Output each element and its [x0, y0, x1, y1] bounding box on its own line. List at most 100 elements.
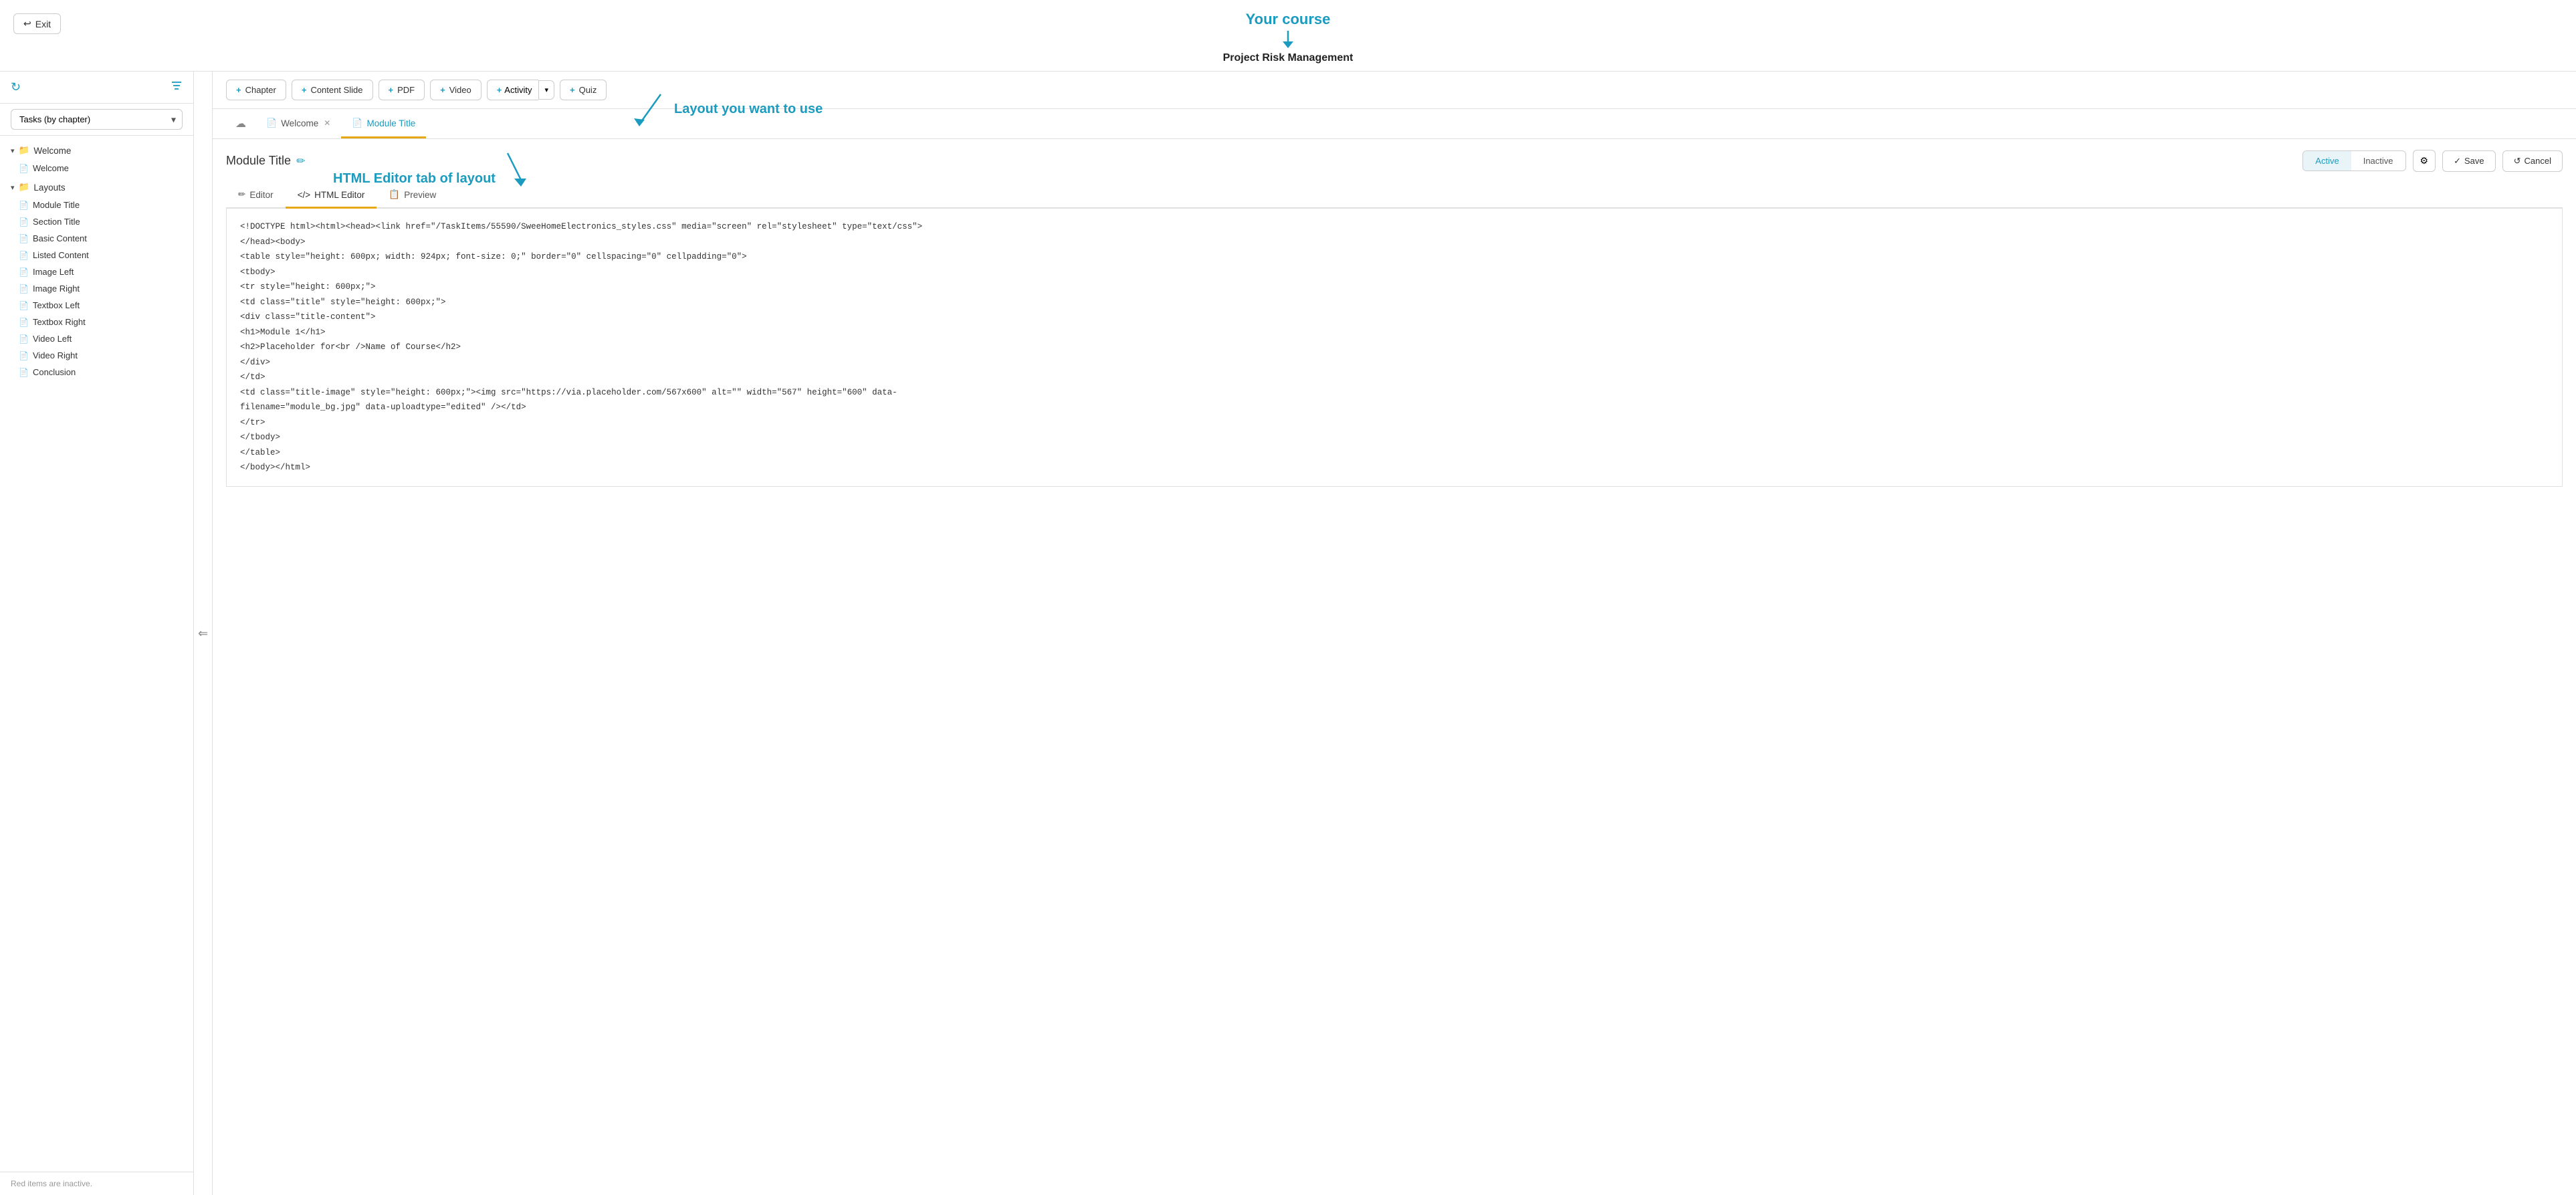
nav-folder-layouts[interactable]: ▾ 📁 Layouts — [0, 178, 193, 197]
code-line-4: <tbody> — [240, 265, 2549, 280]
page-tabs-wrapper: ☁ 📄 Welcome ✕ 📄 Module Title Layout you … — [213, 109, 2576, 139]
page-icon: 📄 — [19, 251, 29, 260]
code-line-1: <!DOCTYPE html><html><head><link href="/… — [240, 219, 2549, 235]
save-button[interactable]: ✓ Save — [2442, 150, 2496, 172]
page-icon-welcome: 📄 — [266, 118, 277, 128]
sidebar: ↻ Tasks (by chapter) ▾ — [0, 72, 194, 1195]
code-line-17: </body></html> — [240, 460, 2549, 475]
editor-tab-html[interactable]: </> HTML Editor — [286, 183, 377, 209]
sidebar-nav: ▾ 📁 Welcome 📄 Welcome ▾ 📁 Layouts — [0, 136, 193, 1172]
exit-icon: ↩ — [23, 18, 31, 29]
nav-children-welcome: 📄 Welcome — [0, 160, 193, 177]
nav-item-welcome[interactable]: 📄 Welcome — [19, 160, 193, 177]
checkmark-icon: ✓ — [2454, 156, 2461, 167]
filter-icon[interactable] — [171, 80, 183, 95]
page-icon: 📄 — [19, 368, 29, 377]
add-activity-split-button: + Activity ▾ — [487, 80, 554, 100]
folder-icon-layouts: 📁 — [19, 182, 30, 193]
nav-item-image-right[interactable]: 📄 Image Right — [19, 280, 193, 297]
nav-item-video-left[interactable]: 📄 Video Left — [19, 330, 193, 347]
page-tab-module-title[interactable]: 📄 Module Title — [341, 110, 426, 138]
code-line-5: <tr style="height: 600px;"> — [240, 280, 2549, 295]
collapse-icon: ⇐ — [198, 627, 208, 641]
main-layout: ↻ Tasks (by chapter) ▾ — [0, 72, 2576, 1195]
code-line-8: <h1>Module 1</h1> — [240, 325, 2549, 340]
nav-item-video-right[interactable]: 📄 Video Right — [19, 347, 193, 364]
nav-item-listed-content[interactable]: 📄 Listed Content — [19, 247, 193, 263]
nav-children-layouts: 📄 Module Title 📄 Section Title 📄 Basic C… — [0, 197, 193, 381]
tasks-dropdown-wrapper: Tasks (by chapter) — [0, 104, 193, 136]
nav-item-textbox-left[interactable]: 📄 Textbox Left — [19, 297, 193, 314]
add-quiz-button[interactable]: + Quiz — [560, 80, 607, 100]
editor-tabs-wrapper: ✏ Editor </> HTML Editor 📋 Preview HTML … — [226, 183, 2563, 209]
code-line-11: </td> — [240, 370, 2549, 385]
page-icon: 📄 — [19, 284, 29, 294]
top-header: ↩ Exit Your course Project Risk Manageme… — [0, 0, 2576, 72]
editor-tab-preview[interactable]: 📋 Preview — [377, 183, 448, 209]
nav-item-image-left[interactable]: 📄 Image Left — [19, 263, 193, 280]
editor-area: Module Title ✏ Active Inactive ⚙ ✓ Save … — [213, 139, 2576, 1195]
editor-tabs: ✏ Editor </> HTML Editor 📋 Preview — [226, 183, 2563, 209]
nav-item-conclusion[interactable]: 📄 Conclusion — [19, 364, 193, 381]
edit-title-icon[interactable]: ✏ — [296, 154, 305, 168]
nav-folder-layouts-label: Layouts — [33, 183, 65, 193]
code-line-7: <div class="title-content"> — [240, 310, 2549, 325]
add-activity-button[interactable]: + Activity — [487, 80, 539, 100]
sidebar-footer: Red items are inactive. — [0, 1172, 193, 1195]
active-button[interactable]: Active — [2303, 151, 2351, 171]
code-line-12: <td class="title-image" style="height: 6… — [240, 385, 2549, 401]
nav-folder-welcome-label: Welcome — [33, 146, 71, 156]
nav-group-layouts: ▾ 📁 Layouts 📄 Module Title 📄 Section Tit… — [0, 178, 193, 381]
active-inactive-toggle: Active Inactive — [2302, 150, 2405, 171]
nav-item-section-title[interactable]: 📄 Section Title — [19, 213, 193, 230]
nav-group-welcome: ▾ 📁 Welcome 📄 Welcome — [0, 141, 193, 177]
cloud-tab[interactable]: ☁ — [226, 109, 255, 138]
course-label: Your course — [1246, 11, 1331, 28]
folder-icon: 📁 — [19, 145, 30, 156]
collapse-handle[interactable]: ⇐ — [194, 72, 213, 1195]
code-area: <!DOCTYPE html><html><head><link href="/… — [226, 209, 2563, 487]
page-tab-welcome[interactable]: 📄 Welcome ✕ — [255, 110, 341, 138]
page-icon: 📄 — [19, 267, 29, 277]
refresh-icon[interactable]: ↻ — [11, 80, 21, 94]
page-tabs: ☁ 📄 Welcome ✕ 📄 Module Title — [213, 109, 2576, 139]
tasks-dropdown[interactable]: Tasks (by chapter) — [11, 109, 183, 130]
page-icon: 📄 — [19, 234, 29, 243]
layout-title: Module Title ✏ — [226, 154, 305, 168]
settings-icon-button[interactable]: ⚙ — [2413, 150, 2436, 172]
code-line-3: <table style="height: 600px; width: 924p… — [240, 249, 2549, 265]
cancel-button[interactable]: ↺ Cancel — [2502, 150, 2563, 172]
code-line-16: </table> — [240, 445, 2549, 461]
nav-item-textbox-right[interactable]: 📄 Textbox Right — [19, 314, 193, 330]
add-pdf-button[interactable]: + PDF — [379, 80, 425, 100]
page-icon: 📄 — [19, 301, 29, 310]
nav-folder-welcome[interactable]: ▾ 📁 Welcome — [0, 141, 193, 160]
code-line-15: </tbody> — [240, 430, 2549, 445]
inactive-button[interactable]: Inactive — [2351, 151, 2405, 171]
nav-item-basic-content[interactable]: 📄 Basic Content — [19, 230, 193, 247]
edit-icon-tab: ✏ — [238, 189, 245, 200]
editor-tab-editor[interactable]: ✏ Editor — [226, 183, 286, 209]
page-icon-module-title: 📄 — [352, 118, 362, 128]
page-icon: 📄 — [19, 201, 29, 210]
caret-icon-layouts: ▾ — [11, 183, 15, 192]
add-content-slide-button[interactable]: + Content Slide — [292, 80, 373, 100]
page-icon: 📄 — [19, 334, 29, 344]
page-icon: 📄 — [19, 164, 29, 173]
add-video-button[interactable]: + Video — [430, 80, 481, 100]
undo-icon: ↺ — [2514, 156, 2521, 167]
page-icon: 📄 — [19, 217, 29, 227]
nav-item-module-title[interactable]: 📄 Module Title — [19, 197, 193, 213]
code-line-13: filename="module_bg.jpg" data-uploadtype… — [240, 400, 2549, 415]
close-welcome-tab[interactable]: ✕ — [324, 118, 330, 128]
preview-icon: 📋 — [389, 189, 400, 200]
add-activity-dropdown-button[interactable]: ▾ — [538, 80, 554, 100]
code-line-14: </tr> — [240, 415, 2549, 431]
code-icon: </> — [298, 190, 311, 200]
course-title: Project Risk Management — [1223, 52, 1354, 64]
layout-title-bar: Module Title ✏ Active Inactive ⚙ ✓ Save … — [226, 150, 2563, 172]
add-chapter-button[interactable]: + Chapter — [226, 80, 286, 100]
caret-icon: ▾ — [11, 146, 15, 155]
exit-button[interactable]: ↩ Exit — [13, 13, 61, 34]
content-area: + Chapter + Content Slide + PDF + Video … — [213, 72, 2576, 1195]
